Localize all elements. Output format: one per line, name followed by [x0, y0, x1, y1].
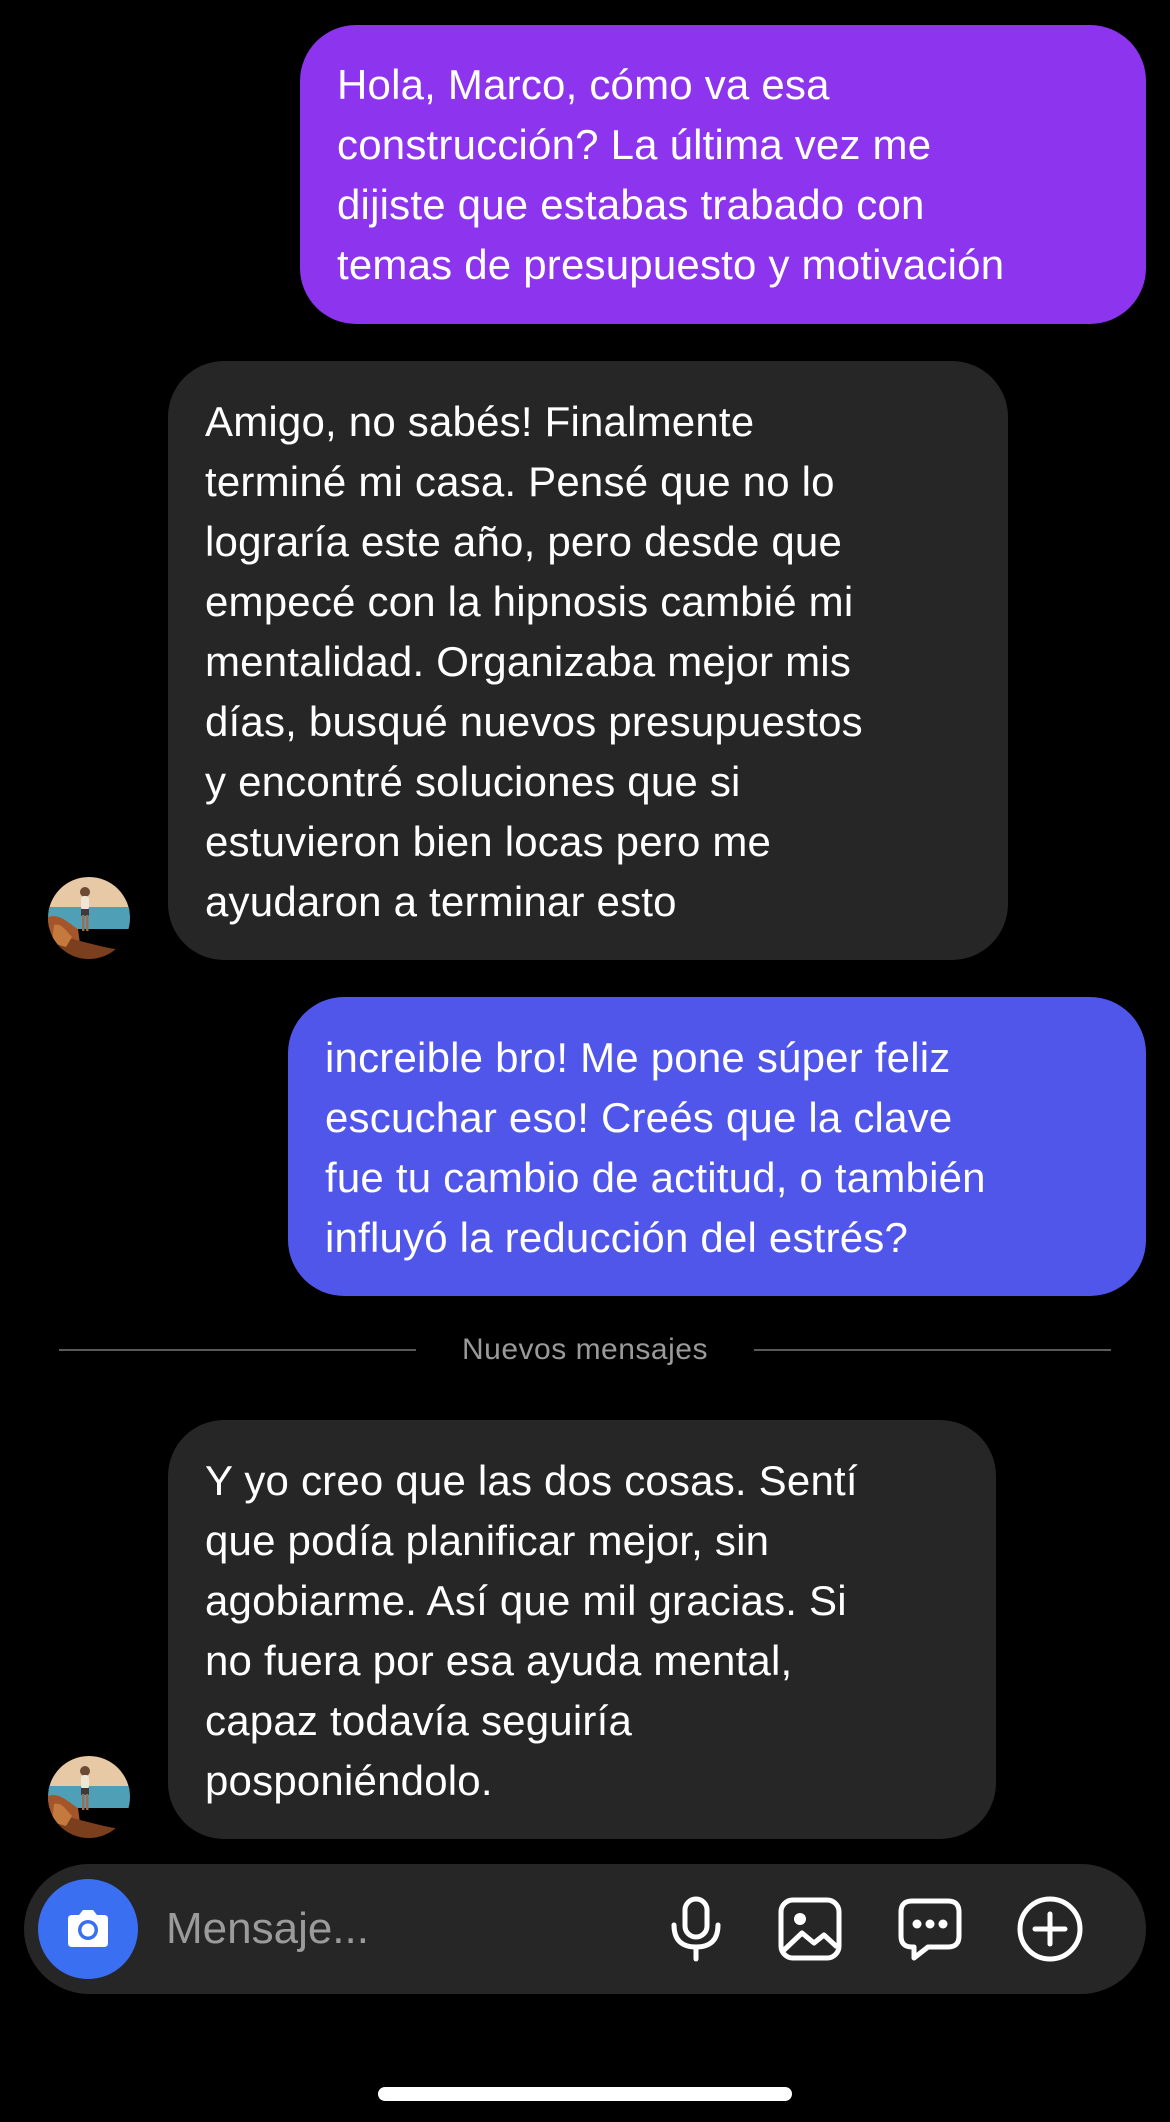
- avatar-photo-icon: [48, 1756, 130, 1838]
- camera-button[interactable]: [38, 1879, 138, 1979]
- add-button[interactable]: [1016, 1895, 1084, 1963]
- plus-icon: [1017, 1896, 1083, 1962]
- divider-line: [754, 1349, 1111, 1351]
- gallery-button[interactable]: [776, 1895, 844, 1963]
- new-messages-label: Nuevos mensajes: [462, 1333, 708, 1366]
- message-input[interactable]: [166, 1894, 646, 1964]
- divider-line: [59, 1349, 416, 1351]
- contact-avatar[interactable]: [48, 1756, 130, 1838]
- sticker-button[interactable]: [896, 1895, 964, 1963]
- microphone-icon: [671, 1896, 721, 1962]
- sticker-icon: [898, 1898, 962, 1961]
- camera-icon: [68, 1910, 108, 1947]
- outgoing-message[interactable]: increible bro! Me pone súper feliz escuc…: [288, 997, 1146, 1296]
- incoming-message[interactable]: Amigo, no sabés! Finalmente terminé mi c…: [168, 361, 1008, 960]
- contact-avatar[interactable]: [48, 877, 130, 959]
- gallery-icon: [778, 1897, 842, 1961]
- outgoing-message[interactable]: Hola, Marco, cómo va esa construcción? L…: [300, 25, 1146, 324]
- microphone-button[interactable]: [662, 1895, 730, 1963]
- new-messages-divider: Nuevos mensajes: [59, 1330, 1111, 1370]
- message-composer: [24, 1864, 1146, 1994]
- incoming-message[interactable]: Y yo creo que las dos cosas. Sentí que p…: [168, 1420, 996, 1839]
- home-indicator[interactable]: [378, 2087, 792, 2101]
- avatar-photo-icon: [48, 877, 130, 959]
